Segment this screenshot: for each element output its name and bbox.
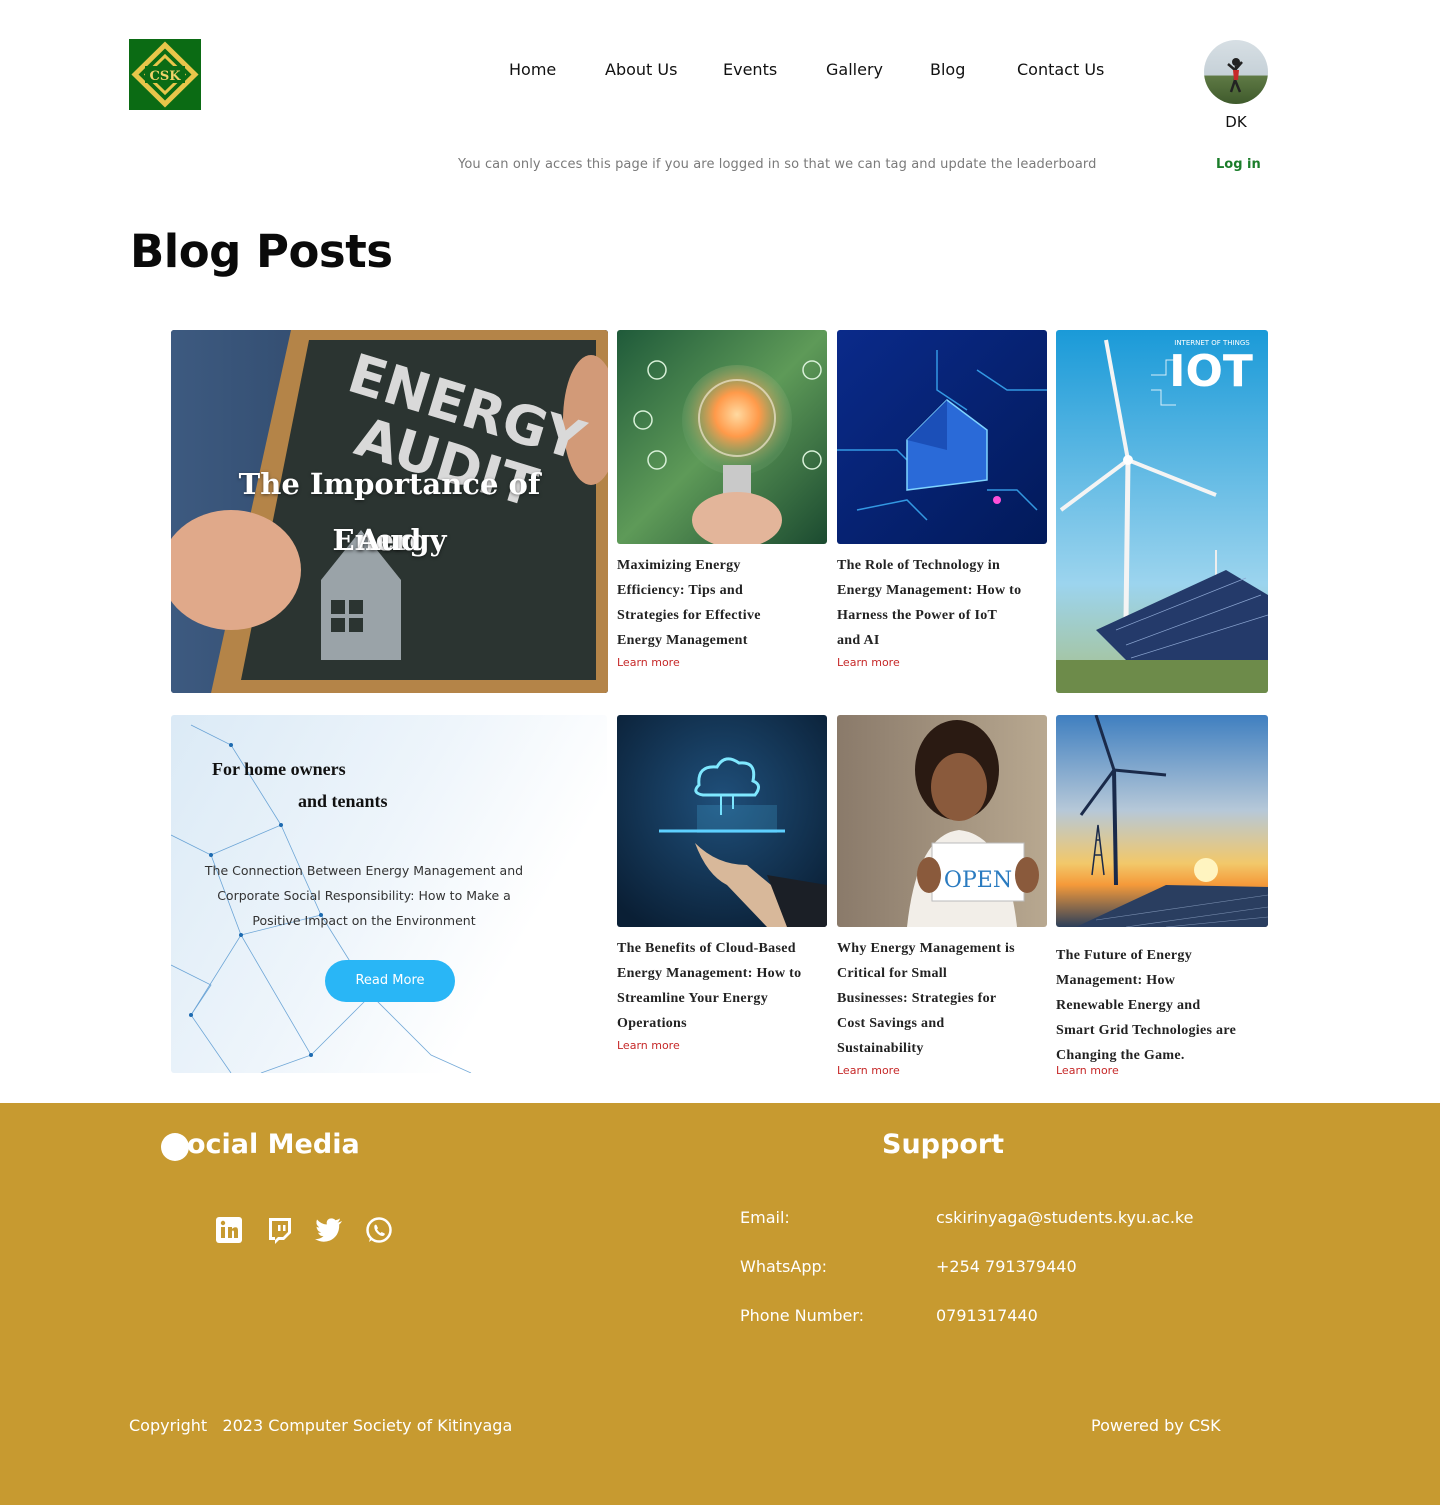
twitter-icon[interactable] <box>314 1215 344 1245</box>
post-image-iot[interactable]: INTERNET OF THINGS IOT <box>1056 330 1268 693</box>
learn-more-link-3[interactable]: Learn more <box>617 1039 680 1052</box>
post-image-cloud[interactable] <box>617 715 827 927</box>
post-title-2[interactable]: The Role of Technology in Energy Manageme… <box>837 553 1047 653</box>
post-image-smart-house[interactable] <box>837 330 1047 544</box>
learn-more-link-2[interactable]: Learn more <box>837 656 900 669</box>
twitch-icon[interactable] <box>264 1215 294 1245</box>
post-title-3[interactable]: The Benefits of Cloud-Based Energy Manage… <box>617 936 827 1036</box>
copyright-text: Copyright 2023 Computer Society of Kitin… <box>129 1416 513 1435</box>
post-title-5[interactable]: The Future of Energy Management: How Renew… <box>1056 943 1268 1068</box>
support-email-value[interactable]: cskirinyaga@students.kyu.ac.ke <box>936 1208 1193 1227</box>
read-more-button[interactable]: Read More <box>325 960 455 1002</box>
promo-description: The Connection Between Energy Management… <box>204 863 524 928</box>
nav-events[interactable]: Events <box>723 60 777 79</box>
svg-text:OPEN: OPEN <box>944 868 1012 893</box>
page-title: Blog Posts <box>130 225 393 278</box>
nav-blog[interactable]: Blog <box>930 60 965 79</box>
smart-house-image <box>837 330 1047 544</box>
user-avatar[interactable] <box>1204 40 1268 104</box>
post-title-4[interactable]: Why Energy Management is Critical for Sma… <box>837 936 1047 1061</box>
post-title-1[interactable]: Maximizing Energy Efficiency: Tips and Str… <box>617 553 827 653</box>
learn-more-link-4[interactable]: Learn more <box>837 1064 900 1077</box>
learn-more-link-5[interactable]: Learn more <box>1056 1064 1119 1077</box>
iot-wind-solar-image: INTERNET OF THINGS IOT <box>1056 330 1268 693</box>
powered-by-text: Powered by CSK <box>1091 1416 1221 1435</box>
user-initials: DK <box>1225 113 1247 131</box>
learn-more-link-1[interactable]: Learn more <box>617 656 680 669</box>
support-email-label: Email: <box>740 1208 790 1227</box>
support-whatsapp-label: WhatsApp: <box>740 1257 828 1276</box>
featured-post-card[interactable]: ENERGY AUDIT The Importance of Energy Au… <box>171 330 608 693</box>
social-media-heading: ocial Media <box>161 1129 360 1161</box>
svg-text:IOT: IOT <box>1169 346 1253 397</box>
support-phone-value[interactable]: 0791317440 <box>936 1306 1038 1325</box>
support-whatsapp-value[interactable]: +254 791379440 <box>936 1257 1077 1276</box>
promo-heading-line2: and tenants <box>298 791 388 811</box>
user-circle-icon <box>161 1133 189 1161</box>
lightbulb-image <box>617 330 827 544</box>
post-image-lightbulb[interactable] <box>617 330 827 544</box>
promo-card: For home owners and tenants The Connecti… <box>171 715 607 1073</box>
support-phone-label: Phone Number: <box>740 1306 865 1325</box>
business-owner-open-sign-image: OPEN <box>837 715 1047 927</box>
support-heading: Support <box>882 1129 1005 1160</box>
login-notice: You can only acces this page if you are … <box>458 157 1097 172</box>
post-image-business-owner[interactable]: OPEN <box>837 715 1047 927</box>
site-footer: ocial Media Support Email: cskirinyaga@s… <box>0 1103 1440 1505</box>
featured-post-title-line2: Aud <box>357 523 422 557</box>
nav-home[interactable]: Home <box>509 60 556 79</box>
wind-turbine-sunset-image <box>1056 715 1268 927</box>
nav-gallery[interactable]: Gallery <box>826 60 883 79</box>
nav-about-us[interactable]: About Us <box>605 60 677 79</box>
nav-contact-us[interactable]: Contact Us <box>1017 60 1104 79</box>
promo-heading-line1: For home owners <box>212 759 346 779</box>
post-image-wind-sunset[interactable] <box>1056 715 1268 927</box>
login-link[interactable]: Log in <box>1216 157 1261 172</box>
linkedin-icon[interactable] <box>214 1215 244 1245</box>
cloud-hand-image <box>617 715 827 927</box>
whatsapp-icon[interactable] <box>364 1215 394 1245</box>
